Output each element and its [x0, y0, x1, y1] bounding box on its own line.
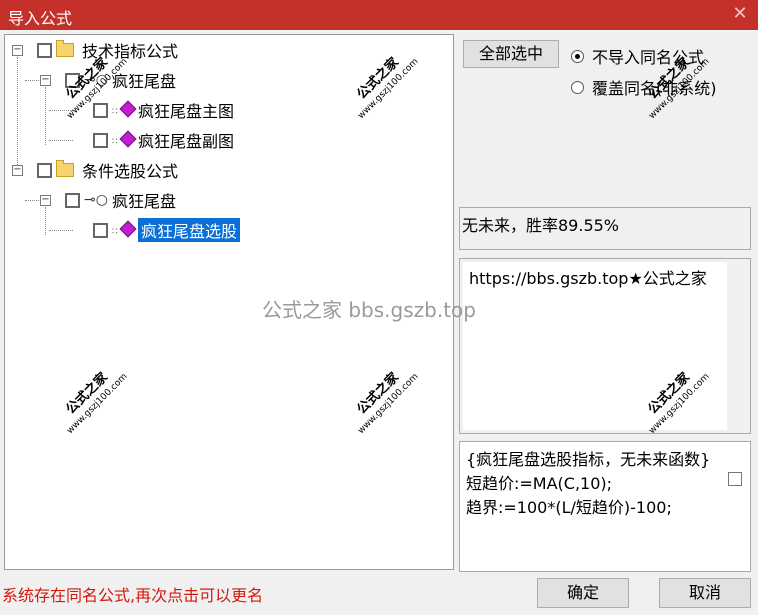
tree-connector — [17, 57, 18, 175]
tree-item-label: 疯狂尾盘 — [112, 192, 177, 211]
watermark-text: 公式之家 bbs.gszb.top — [262, 298, 476, 322]
tree-connector — [25, 80, 41, 81]
close-icon[interactable]: ✕ — [730, 3, 750, 25]
status-message: 系统存在同名公式,再次点击可以更名 — [2, 586, 264, 605]
collapse-toggle[interactable]: − — [40, 195, 51, 206]
title-bar: 导入公式 ✕ — [0, 0, 758, 30]
cancel-button[interactable]: 取消 — [659, 578, 751, 608]
tree-checkbox[interactable] — [37, 162, 52, 178]
key-icon: ⊸○ — [84, 192, 108, 208]
tree-item-label: 疯狂尾盘副图 — [138, 132, 235, 151]
url-panel: https://bbs.gszb.top★公式之家 — [459, 258, 751, 434]
tree-connector — [45, 87, 46, 145]
formula-gem-icon: ∷ — [112, 220, 137, 238]
tree-checkbox[interactable] — [93, 132, 108, 148]
ok-button[interactable]: 确定 — [537, 578, 629, 608]
tree-connector — [25, 200, 41, 201]
code-line: {疯狂尾盘选股指标，无未来函数} — [466, 450, 711, 469]
window-title: 导入公式 — [8, 9, 73, 28]
code-line: 趋界:=100*(L/短趋价)-100; — [466, 498, 672, 517]
radio-dot[interactable] — [571, 49, 584, 63]
folder-icon — [56, 40, 74, 57]
tree-connector — [45, 207, 46, 235]
collapse-toggle[interactable]: − — [12, 45, 23, 56]
tree-checkbox[interactable] — [37, 42, 52, 58]
tree-item-formula-selected[interactable]: ∷ 疯狂尾盘选股 — [93, 218, 241, 242]
formula-code-panel[interactable]: {疯狂尾盘选股指标，无未来函数} 短趋价:=MA(C,10); 趋界:=100*… — [459, 441, 751, 572]
formula-gem-icon: ∷ — [112, 100, 137, 118]
description-field: 无未来，胜率89.55% — [459, 207, 751, 250]
tree-connector — [49, 140, 73, 141]
collapse-toggle[interactable]: − — [40, 75, 51, 86]
code-checkbox[interactable] — [728, 472, 742, 486]
formula-code: {疯狂尾盘选股指标，无未来函数} 短趋价:=MA(C,10); 趋界:=100*… — [466, 448, 716, 520]
tree-item-group[interactable]: ⊸○ 疯狂尾盘 — [65, 188, 176, 212]
tree-item-label: 疯狂尾盘主图 — [138, 102, 235, 121]
collapse-toggle[interactable]: − — [12, 165, 23, 176]
tree-connector — [49, 230, 73, 231]
formula-gem-icon: ∷ — [112, 130, 137, 148]
tree-checkbox[interactable] — [93, 222, 108, 238]
folder-icon — [56, 160, 74, 177]
select-all-button[interactable]: 全部选中 — [463, 40, 559, 68]
code-line: 短趋价:=MA(C,10); — [466, 474, 613, 493]
tree-item-label: 疯狂尾盘选股 — [138, 218, 241, 242]
tree-item-formula[interactable]: ∷ 疯狂尾盘主图 — [93, 98, 234, 122]
tree-item-formula[interactable]: ∷ 疯狂尾盘副图 — [93, 128, 234, 152]
tree-item-stock-screen[interactable]: 条件选股公式 — [37, 158, 178, 182]
tree-checkbox[interactable] — [93, 102, 108, 118]
tree-checkbox[interactable] — [65, 192, 80, 208]
radio-dot[interactable] — [571, 80, 584, 94]
tree-item-label: 条件选股公式 — [82, 162, 179, 181]
